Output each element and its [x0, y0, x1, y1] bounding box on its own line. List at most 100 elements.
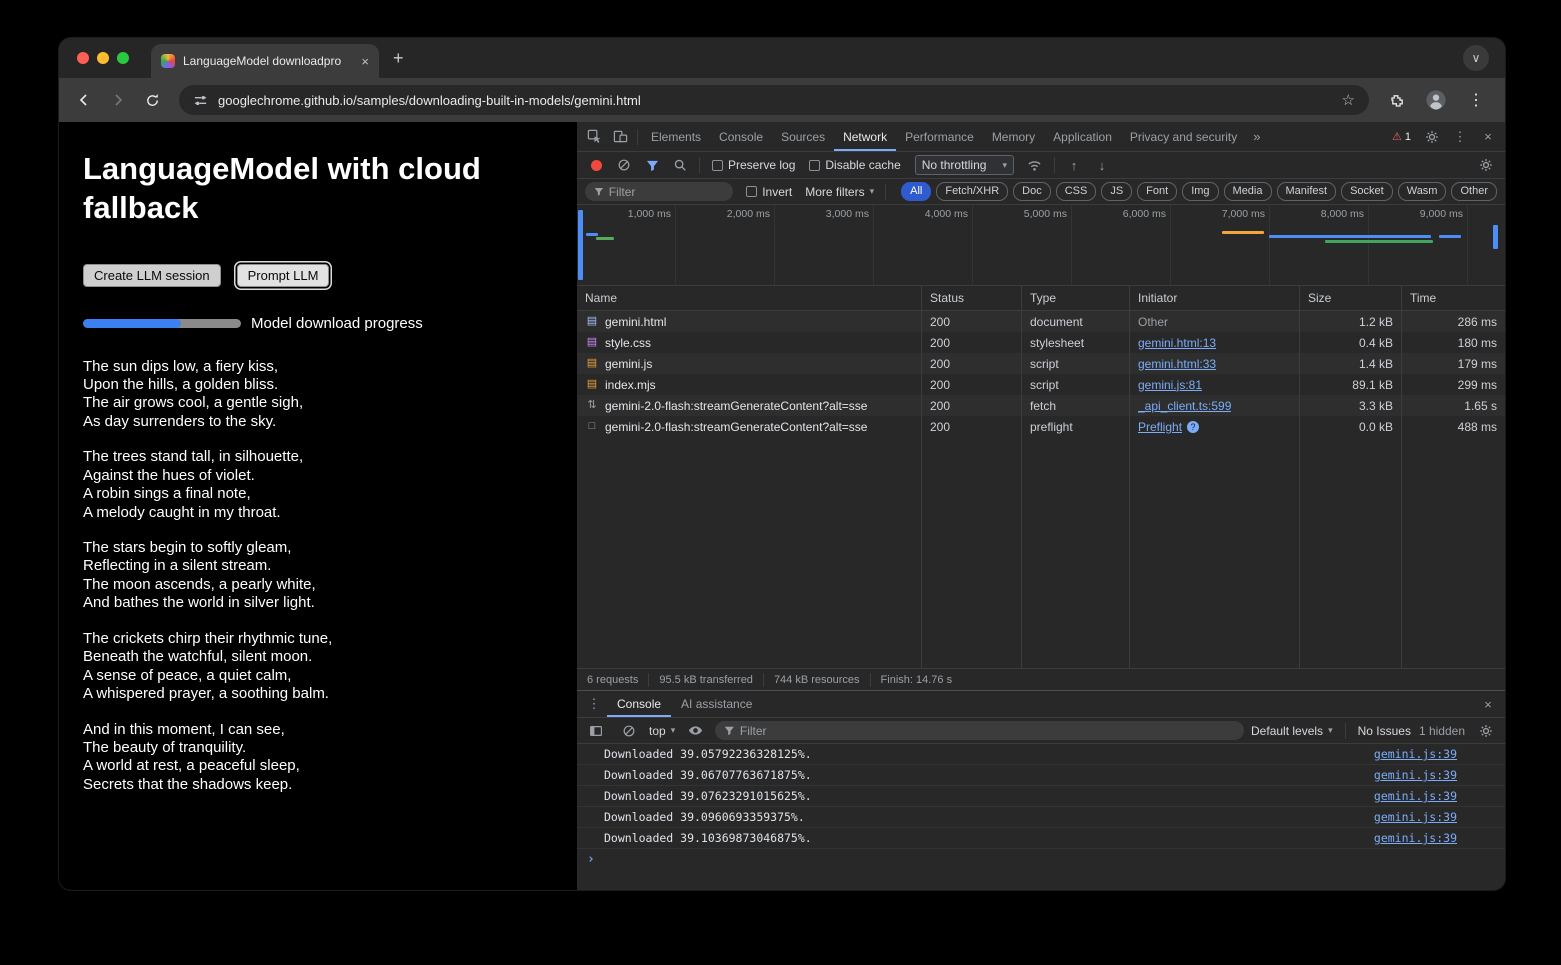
- record-network-log-icon[interactable]: [583, 153, 609, 177]
- network-filter-field[interactable]: [585, 182, 733, 201]
- hidden-messages-count[interactable]: 1 hidden: [1419, 724, 1465, 738]
- reload-icon[interactable]: [137, 85, 167, 115]
- tab-privacy-and-security[interactable]: Privacy and security: [1121, 122, 1246, 151]
- console-settings-gear-icon[interactable]: [1473, 719, 1499, 743]
- throttling-select[interactable]: No throttling ▾: [915, 155, 1014, 175]
- source-link[interactable]: gemini.js:39: [1374, 810, 1457, 824]
- console-log-entry[interactable]: Downloaded 39.10369873046875%. gemini.js…: [577, 828, 1505, 849]
- address-bar[interactable]: googlechrome.github.io/samples/downloadi…: [179, 85, 1369, 115]
- live-expression-eye-icon[interactable]: [682, 719, 708, 743]
- filter-pill-img[interactable]: Img: [1182, 182, 1218, 201]
- initiator-link[interactable]: Preflight: [1138, 420, 1182, 434]
- invert-checkbox[interactable]: Invert: [740, 185, 798, 199]
- console-filter-input[interactable]: [740, 724, 1235, 738]
- devtools-settings-gear-icon[interactable]: [1419, 125, 1445, 149]
- preflight-info-icon[interactable]: ?: [1187, 421, 1199, 433]
- devtools-close-icon[interactable]: ×: [1475, 125, 1501, 149]
- preserve-log-checkbox[interactable]: Preserve log: [706, 158, 801, 172]
- filter-pill-doc[interactable]: Doc: [1013, 182, 1051, 201]
- console-log-entry[interactable]: Downloaded 39.0960693359375%. gemini.js:…: [577, 807, 1505, 828]
- source-link[interactable]: gemini.js:39: [1374, 747, 1457, 761]
- prompt-llm-button[interactable]: Prompt LLM: [237, 264, 330, 287]
- checkbox[interactable]: [809, 160, 820, 171]
- tab-elements[interactable]: Elements: [642, 122, 710, 151]
- timeline-left-handle[interactable]: [578, 210, 583, 280]
- network-filter-input[interactable]: [609, 185, 724, 199]
- filter-pill-fetch-xhr[interactable]: Fetch/XHR: [936, 182, 1008, 201]
- initiator-link[interactable]: gemini.html:13: [1138, 336, 1216, 350]
- timeline-right-handle[interactable]: [1493, 225, 1498, 249]
- tab-network[interactable]: Network: [834, 122, 896, 151]
- browser-menu-icon[interactable]: ⋮: [1461, 85, 1491, 115]
- drawer-close-icon[interactable]: ×: [1475, 692, 1501, 716]
- issues-status[interactable]: No Issues: [1358, 724, 1411, 738]
- browser-tab[interactable]: LanguageModel downloadpro ×: [151, 44, 379, 78]
- filter-pill-media[interactable]: Media: [1224, 182, 1272, 201]
- source-link[interactable]: gemini.js:39: [1374, 831, 1457, 845]
- inspect-element-icon[interactable]: [581, 125, 607, 149]
- tab-application[interactable]: Application: [1044, 122, 1121, 151]
- forward-icon[interactable]: [103, 85, 133, 115]
- column-header-initiator[interactable]: Initiator: [1130, 286, 1300, 311]
- extensions-icon[interactable]: [1381, 85, 1411, 115]
- source-link[interactable]: gemini.js:39: [1374, 789, 1457, 803]
- filter-pill-wasm[interactable]: Wasm: [1398, 182, 1447, 201]
- initiator-link[interactable]: gemini.js:81: [1138, 378, 1202, 392]
- console-sidebar-icon[interactable]: [583, 719, 609, 743]
- filter-pill-all[interactable]: All: [901, 182, 931, 201]
- filter-pill-css[interactable]: CSS: [1056, 182, 1097, 201]
- minimize-window-button[interactable]: [97, 52, 109, 64]
- site-settings-icon[interactable]: [193, 93, 208, 108]
- filter-pill-socket[interactable]: Socket: [1341, 182, 1393, 201]
- profile-avatar[interactable]: [1421, 85, 1451, 115]
- more-panels-icon[interactable]: »: [1246, 129, 1267, 144]
- back-icon[interactable]: [69, 85, 99, 115]
- console-log-entry[interactable]: Downloaded 39.06707763671875%. gemini.js…: [577, 765, 1505, 786]
- tab-sources[interactable]: Sources: [772, 122, 834, 151]
- tab-memory[interactable]: Memory: [983, 122, 1044, 151]
- search-icon[interactable]: [667, 153, 693, 177]
- filter-pill-font[interactable]: Font: [1137, 182, 1177, 201]
- error-badge[interactable]: ⚠ 1: [1386, 130, 1417, 143]
- disable-cache-checkbox[interactable]: Disable cache: [803, 158, 906, 172]
- network-settings-gear-icon[interactable]: [1473, 153, 1499, 177]
- network-conditions-icon[interactable]: [1022, 153, 1048, 177]
- filter-pill-js[interactable]: JS: [1101, 182, 1132, 201]
- initiator-link[interactable]: _api_client.ts:599: [1138, 399, 1231, 413]
- close-window-button[interactable]: [77, 52, 89, 64]
- column-header-time[interactable]: Time: [1402, 286, 1505, 311]
- source-link[interactable]: gemini.js:39: [1374, 768, 1457, 782]
- column-header-type[interactable]: Type: [1022, 286, 1130, 311]
- window-chevron-button[interactable]: ∨: [1463, 45, 1489, 71]
- initiator-link[interactable]: gemini.html:33: [1138, 357, 1216, 371]
- drawer-tab-console[interactable]: Console: [607, 691, 671, 717]
- export-har-icon[interactable]: ↑: [1061, 153, 1087, 177]
- new-tab-button[interactable]: +: [393, 49, 404, 67]
- log-levels-select[interactable]: Default levels ▾: [1251, 724, 1333, 738]
- console-filter-field[interactable]: [715, 721, 1244, 740]
- column-header-size[interactable]: Size: [1300, 286, 1402, 311]
- console-log-entry[interactable]: Downloaded 39.05792236328125%. gemini.js…: [577, 744, 1505, 765]
- tab-console[interactable]: Console: [710, 122, 772, 151]
- clear-network-log-icon[interactable]: [611, 153, 637, 177]
- column-header-status[interactable]: Status: [922, 286, 1022, 311]
- context-select[interactable]: top ▾: [649, 724, 675, 738]
- device-toolbar-icon[interactable]: [607, 125, 633, 149]
- more-filters-dropdown[interactable]: More filters ▾: [805, 185, 874, 199]
- clear-console-icon[interactable]: [616, 719, 642, 743]
- import-har-icon[interactable]: ↓: [1089, 153, 1115, 177]
- console-prompt[interactable]: ›: [577, 849, 1505, 870]
- create-llm-session-button[interactable]: Create LLM session: [83, 264, 221, 287]
- tab-performance[interactable]: Performance: [896, 122, 983, 151]
- bookmark-star-icon[interactable]: ☆: [1342, 91, 1355, 109]
- maximize-window-button[interactable]: [117, 52, 129, 64]
- filter-pill-manifest[interactable]: Manifest: [1277, 182, 1337, 201]
- devtools-menu-icon[interactable]: ⋮: [1447, 125, 1473, 149]
- drawer-menu-icon[interactable]: ⋮: [581, 692, 607, 716]
- filter-pill-other[interactable]: Other: [1451, 182, 1497, 201]
- checkbox[interactable]: [746, 186, 757, 197]
- console-log-entry[interactable]: Downloaded 39.07623291015625%. gemini.js…: [577, 786, 1505, 807]
- checkbox[interactable]: [712, 160, 723, 171]
- drawer-tab-ai-assistance[interactable]: AI assistance: [671, 691, 762, 717]
- filter-funnel-icon[interactable]: [639, 153, 665, 177]
